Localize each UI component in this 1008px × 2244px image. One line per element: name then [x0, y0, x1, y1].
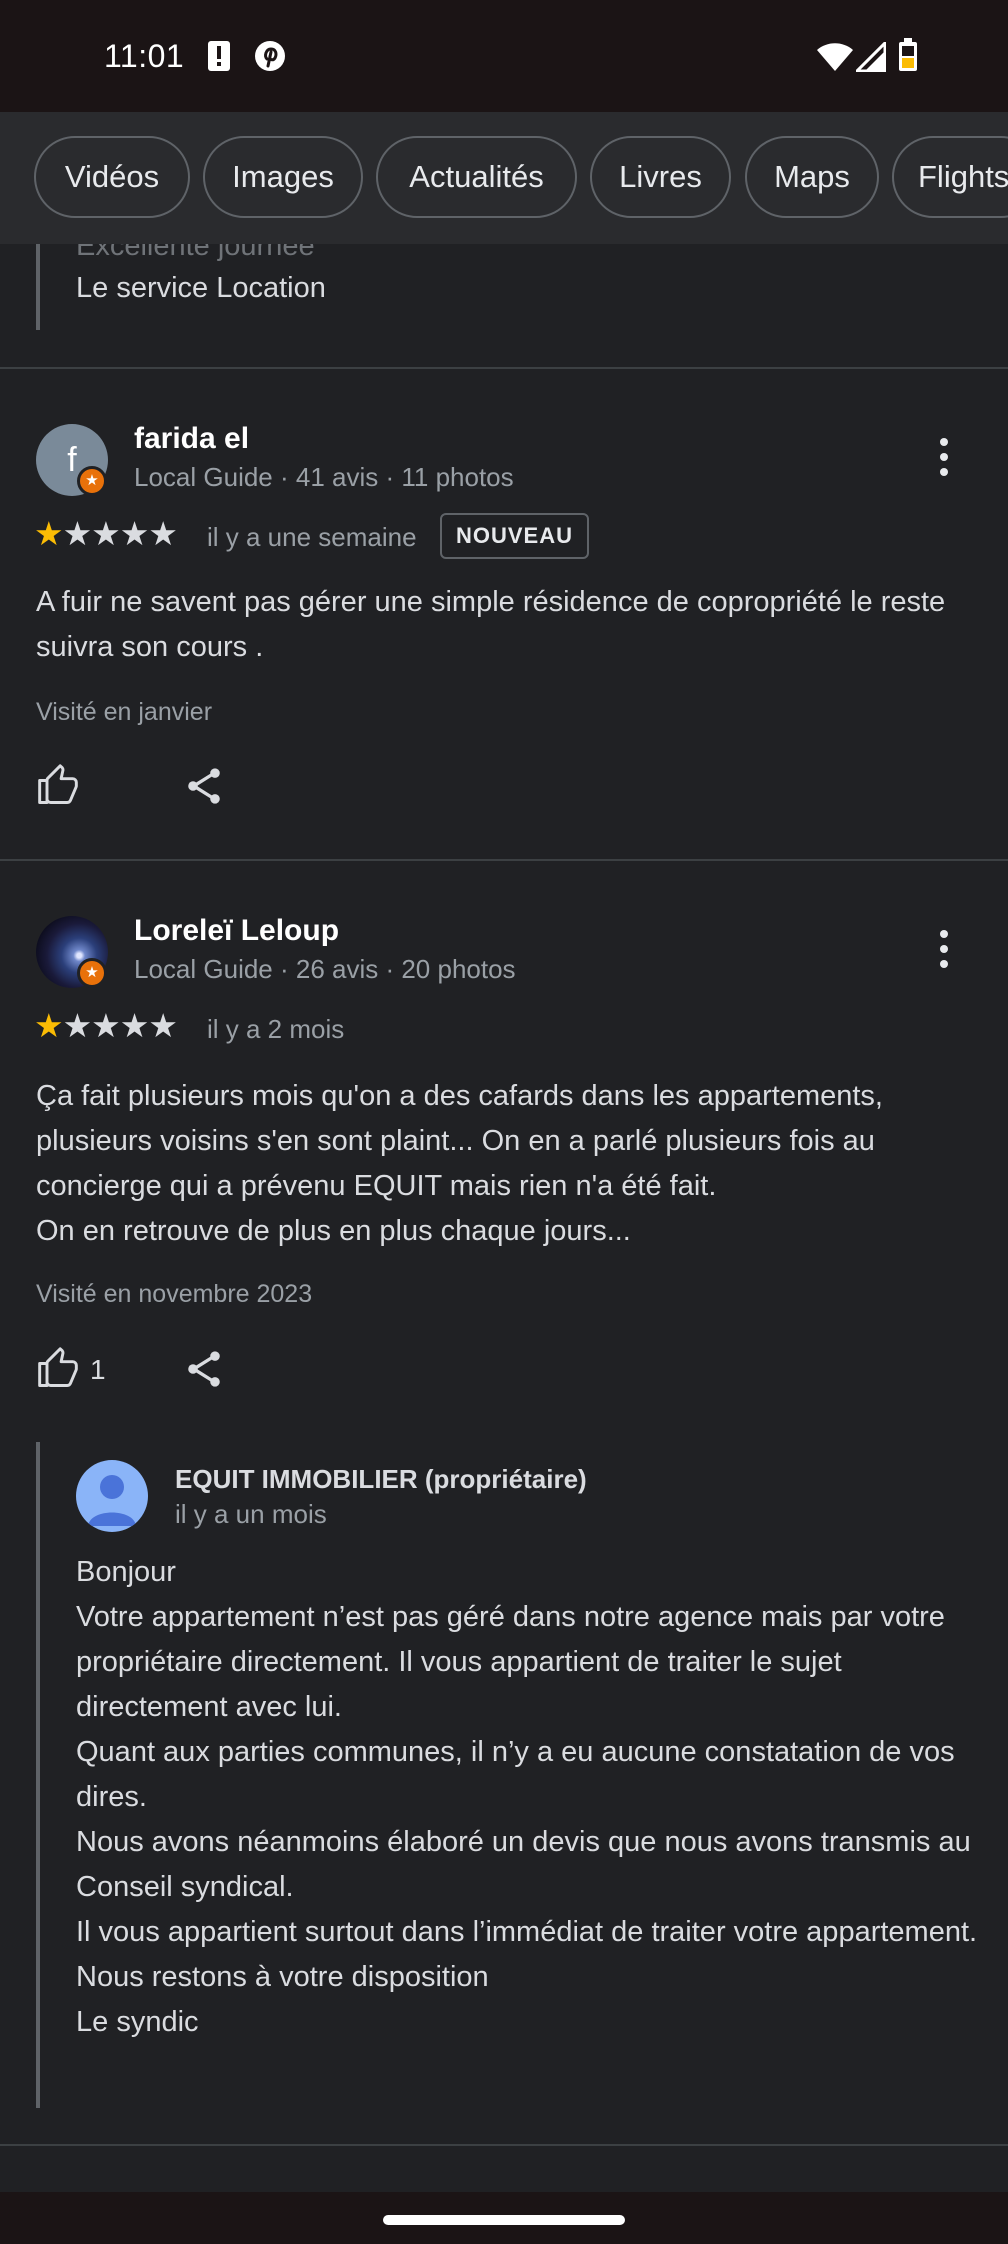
owner-reply-time: il y a un mois [175, 1499, 327, 1529]
owner-avatar [76, 1460, 148, 1532]
chip-flights[interactable]: Flights [892, 136, 1008, 218]
local-guide-badge-icon: ★ [77, 466, 107, 496]
pinterest-icon [254, 40, 286, 77]
visited-date: Visité en janvier [36, 698, 213, 726]
alert-icon [206, 40, 234, 77]
previous-reply-line: Excellente journée [76, 244, 315, 262]
review-time: il y a 2 mois [207, 1014, 345, 1044]
navigation-bar [0, 2192, 1008, 2244]
divider [0, 859, 1008, 861]
reviewer-name[interactable]: farida el [134, 422, 249, 456]
review-text-line: On en retrouve de plus en plus chaque jo… [36, 1215, 631, 1247]
home-gesture-handle[interactable] [383, 2215, 625, 2225]
star-rating: ★★★★★ [34, 1007, 178, 1044]
divider [0, 2144, 1008, 2146]
more-options-icon[interactable] [924, 928, 964, 978]
share-icon[interactable] [182, 764, 226, 813]
wifi-icon [816, 42, 854, 77]
reviewer-meta: Local Guide · 41 avis · 11 photos [134, 462, 514, 492]
previous-reply-line: Le service Location [76, 272, 326, 304]
star-rating: ★★★★★ [34, 515, 178, 552]
review-text-line: Ça fait plusieurs mois qu'on a des cafar… [36, 1080, 883, 1202]
status-time: 11:01 [104, 38, 185, 74]
reply-line: Votre appartement n’est pas géré dans no… [76, 1601, 945, 1723]
reply-line: Nous avons néanmoins élaboré un devis qu… [76, 1826, 971, 1903]
signal-icon [853, 39, 887, 77]
local-guide-badge-icon: ★ [77, 958, 107, 988]
reply-line: Il vous appartient surtout dans l’immédi… [76, 1916, 978, 1948]
reply-line: Bonjour [76, 1556, 176, 1588]
filter-chips-bar: Vidéos Images Actualités Livres Maps Fli… [0, 112, 1008, 244]
divider [0, 367, 1008, 369]
new-badge: NOUVEAU [440, 513, 590, 559]
owner-name: EQUIT IMMOBILIER (propriétaire) [175, 1464, 587, 1494]
reply-line: Quant aux parties communes, il n’y a eu … [76, 1736, 955, 1813]
chip-videos[interactable]: Vidéos [34, 136, 190, 218]
visited-date: Visité en novembre 2023 [36, 1280, 313, 1308]
status-bar: 11:01 [0, 0, 1008, 112]
chip-images[interactable]: Images [203, 136, 363, 218]
reviewer-meta: Local Guide · 26 avis · 20 photos [134, 954, 516, 984]
like-icon[interactable] [36, 1347, 80, 1396]
owner-reply-text: Bonjour Votre appartement n’est pas géré… [76, 1550, 996, 2045]
review-text: Ça fait plusieurs mois qu'on a des cafar… [36, 1074, 986, 1254]
share-icon[interactable] [182, 1347, 226, 1396]
more-options-icon[interactable] [924, 436, 964, 486]
review-text: A fuir ne savent pas gérer une simple ré… [36, 586, 946, 663]
chip-books[interactable]: Livres [590, 136, 731, 218]
reply-line: Nous restons à votre disposition [76, 1961, 489, 1993]
like-icon[interactable] [36, 764, 80, 813]
chip-news[interactable]: Actualités [376, 136, 577, 218]
reviewer-name[interactable]: Loreleï Leloup [134, 914, 339, 948]
chip-maps[interactable]: Maps [745, 136, 879, 218]
quote-bar [36, 244, 40, 330]
reviews-list: Excellente journée Le service Location f… [0, 244, 1008, 2192]
battery-icon [898, 38, 918, 77]
reply-line: Le syndic [76, 2006, 199, 2038]
like-count: 1 [90, 1354, 106, 1385]
review-time: il y a une semaine [207, 522, 417, 552]
quote-bar [36, 1442, 40, 2108]
